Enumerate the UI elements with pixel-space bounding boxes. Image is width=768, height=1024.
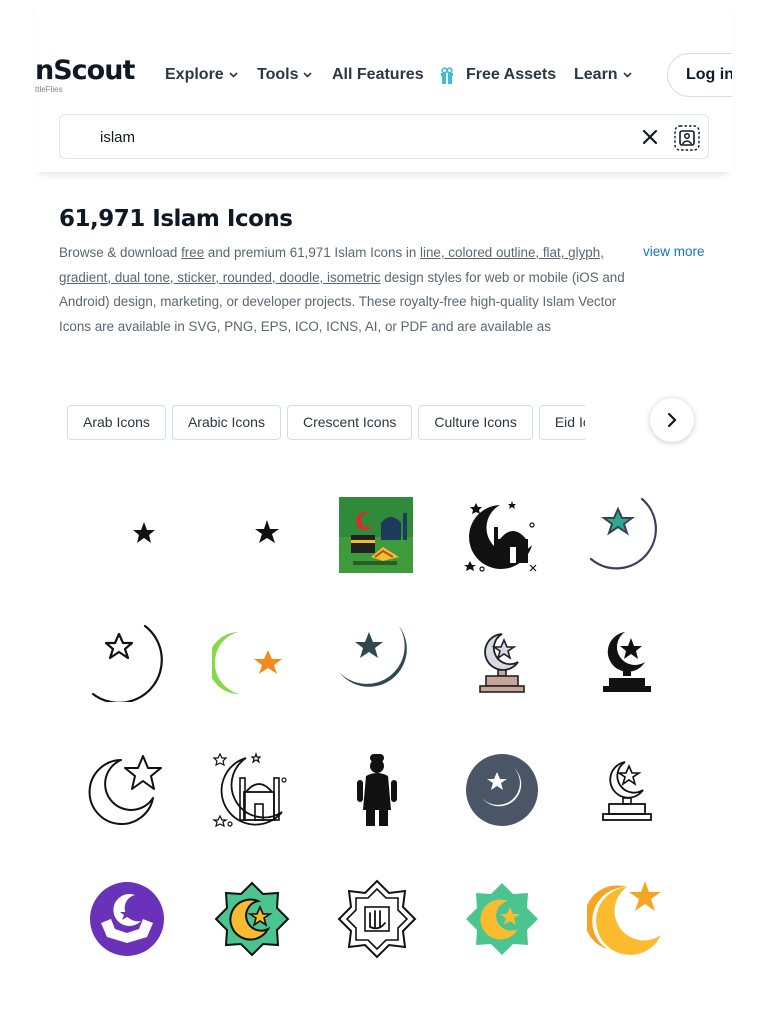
result-icon[interactable] <box>87 750 167 830</box>
nav-learn-label: Learn <box>574 66 618 83</box>
page-description: Browse & download free and premium 61,97… <box>59 241 634 341</box>
crescent-star-glyph-icon <box>226 509 279 561</box>
result-icon[interactable] <box>212 622 292 702</box>
logo-wordmark: nScout <box>35 55 135 86</box>
result-icon[interactable] <box>337 750 417 830</box>
result-icon[interactable] <box>337 622 417 702</box>
result-icon[interactable] <box>587 495 667 575</box>
octagram-crescent-icon <box>214 881 290 957</box>
crescent-circle-badge-icon <box>466 754 538 826</box>
crescent-star-line-icon <box>91 624 163 702</box>
crescent-mosque-glyph-icon <box>464 501 537 572</box>
result-icon[interactable] <box>212 495 292 575</box>
crescent-star-glyph-icon <box>106 510 155 560</box>
result-icon[interactable] <box>462 750 542 830</box>
nav-tools-label: Tools <box>257 66 299 83</box>
result-icon[interactable] <box>337 879 417 959</box>
result-icon[interactable] <box>462 879 542 959</box>
yellow-crescent-star-icon <box>587 881 661 955</box>
result-icon[interactable] <box>462 495 542 575</box>
crescent-podium-flat-icon <box>479 633 525 693</box>
tag-chip[interactable]: Arab Icons <box>67 405 166 440</box>
tag-chip[interactable]: Culture Icons <box>418 405 533 440</box>
iconscout-logo[interactable]: nScout ttleFlies <box>35 55 135 100</box>
search-bar <box>59 114 709 159</box>
tags-next-button[interactable] <box>650 398 694 442</box>
result-icon[interactable] <box>587 879 667 959</box>
green-octagram-crescent-icon <box>466 883 538 955</box>
nav-learn[interactable]: Learn <box>574 64 632 86</box>
free-link[interactable]: free <box>181 245 204 260</box>
page-title: 61,971 Islam Icons <box>59 206 293 232</box>
gift-icon <box>441 66 453 84</box>
site-header: nScout ttleFlies Explore Tools All Featu… <box>35 0 732 172</box>
nav-tools[interactable]: Tools <box>257 64 313 86</box>
crescent-star-dark-icon <box>339 626 415 702</box>
tag-chip[interactable]: Arabic Icons <box>171 405 281 440</box>
result-icon[interactable] <box>587 622 667 702</box>
chevron-down-icon <box>229 72 238 78</box>
related-tags: Arab Icons Arabic Icons Crescent Icons Cult… <box>67 405 585 441</box>
nav-all-features[interactable]: All Features <box>332 64 424 86</box>
chevron-right-icon <box>667 412 677 428</box>
view-more-link[interactable]: view more <box>643 244 705 259</box>
result-icon[interactable] <box>87 495 167 575</box>
ramadan-quran-mosque-illustration-icon <box>339 497 413 573</box>
result-icon[interactable] <box>87 622 167 702</box>
tag-chip[interactable]: Crescent Icons <box>286 405 413 440</box>
crescent-star-thin-line-icon <box>88 755 162 825</box>
result-icon[interactable] <box>212 879 292 959</box>
hands-crescent-purple-icon <box>90 882 164 956</box>
close-icon[interactable] <box>640 127 660 147</box>
crescent-star-green-icon <box>212 626 282 698</box>
nav-explore[interactable]: Explore <box>165 64 238 86</box>
allah-calligraphy-octagram-icon <box>337 879 417 959</box>
chevron-down-icon <box>623 72 632 78</box>
logo-subtitle: ttleFlies <box>35 85 63 94</box>
image-search-icon[interactable] <box>674 125 700 151</box>
result-icon[interactable] <box>337 495 417 575</box>
nav-explore-label: Explore <box>165 66 224 83</box>
crescent-star-outline-icon <box>589 497 657 570</box>
desc-text: Browse & download <box>59 245 182 260</box>
login-button[interactable]: Log in <box>667 53 732 97</box>
chevron-down-icon <box>303 72 313 78</box>
crescent-mosque-line-icon <box>212 752 287 828</box>
desc-text: and premium 61,971 Islam Icons in <box>204 245 421 260</box>
nav-free-assets-label: Free Assets <box>466 66 557 83</box>
search-input[interactable] <box>100 127 600 147</box>
muslim-man-glyph-icon <box>357 754 397 826</box>
nav-all-features-label: All Features <box>332 66 424 83</box>
result-icon[interactable] <box>587 750 667 830</box>
crescent-podium-glyph-icon <box>603 632 651 692</box>
result-icon[interactable] <box>87 879 167 959</box>
result-icon[interactable] <box>462 622 542 702</box>
result-icon[interactable] <box>212 750 292 830</box>
crescent-podium-line-icon <box>602 761 652 821</box>
nav-free-assets[interactable]: Free Assets <box>440 64 556 86</box>
tag-chip[interactable]: Eid Icons <box>538 405 585 440</box>
